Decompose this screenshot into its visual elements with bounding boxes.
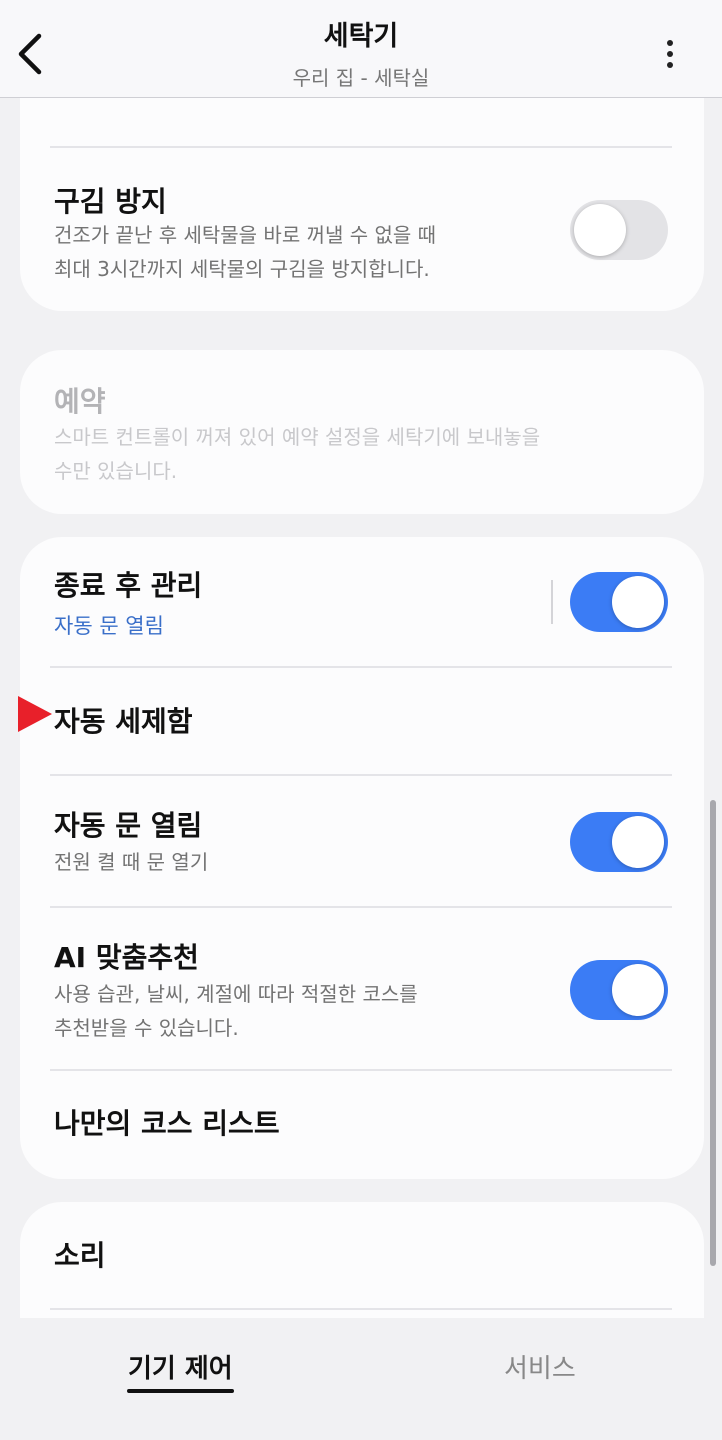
ai-recommend-toggle[interactable] (570, 960, 668, 1020)
divider (50, 1308, 672, 1310)
reserve-title: 예약 (54, 385, 106, 418)
auto-door-toggle[interactable] (570, 812, 668, 872)
active-tab-indicator (127, 1389, 234, 1393)
wrinkle-prevention-desc-1: 건조가 끝난 후 세탁물을 바로 꺼낼 수 없을 때 (54, 223, 437, 247)
divider (50, 1069, 672, 1071)
after-care-toggle[interactable] (570, 572, 668, 632)
divider (50, 774, 672, 776)
divider (50, 666, 672, 668)
settings-list[interactable]: 구김 방지 건조가 끝난 후 세탁물을 바로 꺼낼 수 없을 때 최대 3시간까… (0, 98, 722, 1318)
sound-item[interactable]: 소리 (54, 1234, 106, 1274)
auto-door-desc: 전원 켤 때 문 열기 (54, 850, 209, 874)
toggle-knob (612, 576, 664, 628)
after-care-title[interactable]: 종료 후 관리 (54, 564, 202, 604)
page-title: 세탁기 (323, 21, 399, 52)
vertical-separator (551, 580, 553, 624)
after-care-subtitle: 자동 문 열림 (54, 614, 164, 638)
app-header: 세탁기 우리 집 - 세탁실 (0, 0, 722, 98)
wrinkle-prevention-toggle[interactable] (570, 200, 668, 260)
divider (50, 146, 672, 148)
toggle-knob (612, 816, 664, 868)
reserve-desc-2: 수만 있습니다. (54, 459, 178, 483)
divider (50, 906, 672, 908)
tab-services[interactable]: 서비스 (504, 1348, 576, 1385)
bottom-navigation: 기기 제어 서비스 (0, 1318, 722, 1440)
toggle-knob (612, 964, 664, 1016)
ai-recommend-desc-2: 추천받을 수 있습니다. (54, 1016, 239, 1040)
more-options-button[interactable] (650, 36, 690, 72)
ai-recommend-title: AI 맞춤추천 (54, 941, 199, 974)
scrollbar[interactable] (710, 800, 716, 1266)
auto-door-title: 자동 문 열림 (54, 809, 203, 842)
toggle-knob (574, 204, 626, 256)
wrinkle-prevention-title: 구김 방지 (54, 185, 167, 218)
pointer-marker-icon (18, 696, 52, 732)
settings-card-sound (20, 1202, 704, 1318)
reserve-desc-1: 스마트 컨트롤이 꺼져 있어 예약 설정을 세탁기에 보내놓을 (54, 425, 541, 449)
ai-recommend-desc-1: 사용 습관, 날씨, 계절에 따라 적절한 코스를 (54, 982, 418, 1006)
page-subtitle: 우리 집 - 세탁실 (292, 66, 430, 90)
auto-detergent-item[interactable]: 자동 세제함 (54, 700, 193, 740)
tab-device-control[interactable]: 기기 제어 (128, 1348, 233, 1385)
my-course-list-item[interactable]: 나만의 코스 리스트 (54, 1102, 280, 1142)
wrinkle-prevention-desc-2: 최대 3시간까지 세탁물의 구김을 방지합니다. (54, 257, 430, 281)
